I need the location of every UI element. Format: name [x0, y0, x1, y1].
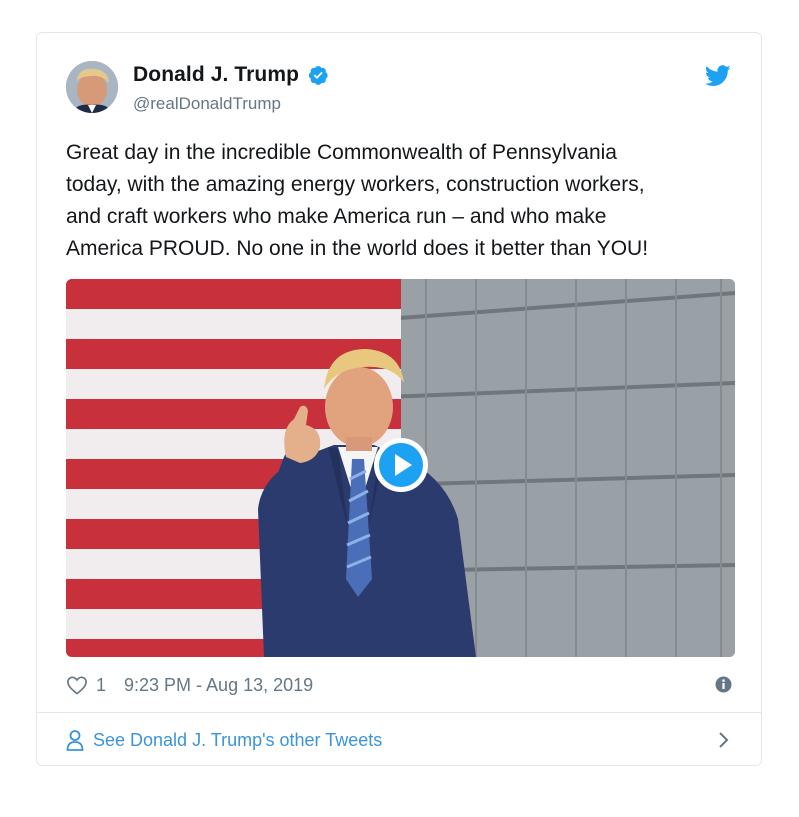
verified-badge-icon: [307, 64, 329, 86]
see-other-tweets-link[interactable]: See Donald J. Trump's other Tweets: [66, 725, 736, 755]
chevron-right-icon[interactable]: [718, 731, 730, 749]
tweet-text: Great day in the incredible Commonwealth…: [66, 137, 736, 265]
heart-icon[interactable]: [66, 675, 88, 695]
avatar-image: [66, 61, 118, 113]
tweet-timestamp[interactable]: 9:23 PM - Aug 13, 2019: [124, 675, 313, 696]
like-count: 1: [96, 674, 107, 695]
person-icon: [66, 729, 84, 751]
author-handle[interactable]: @realDonaldTrump: [133, 94, 281, 114]
info-icon[interactable]: [715, 676, 732, 693]
tweet-text-line: Great day in the incredible Commonwealth…: [66, 141, 617, 164]
play-icon[interactable]: [372, 436, 430, 494]
author-display-name[interactable]: Donald J. Trump: [133, 63, 299, 87]
divider: [37, 712, 761, 713]
tweet-text-line: and craft workers who make America run –…: [66, 205, 607, 228]
author-name-row: Donald J. Trump: [133, 63, 329, 87]
see-other-tweets-label: See Donald J. Trump's other Tweets: [93, 729, 383, 750]
avatar[interactable]: [66, 61, 118, 113]
twitter-bird-icon[interactable]: [704, 65, 731, 87]
tweet-meta-row: 1 9:23 PM - Aug 13, 2019: [66, 671, 736, 699]
tweet-text-line: today, with the amazing energy workers, …: [66, 173, 645, 196]
tweet-card: Donald J. Trump @realDonaldTrump Great d…: [36, 32, 762, 766]
video-thumbnail[interactable]: [66, 279, 735, 657]
tweet-text-line: America PROUD. No one in the world does …: [66, 237, 649, 260]
